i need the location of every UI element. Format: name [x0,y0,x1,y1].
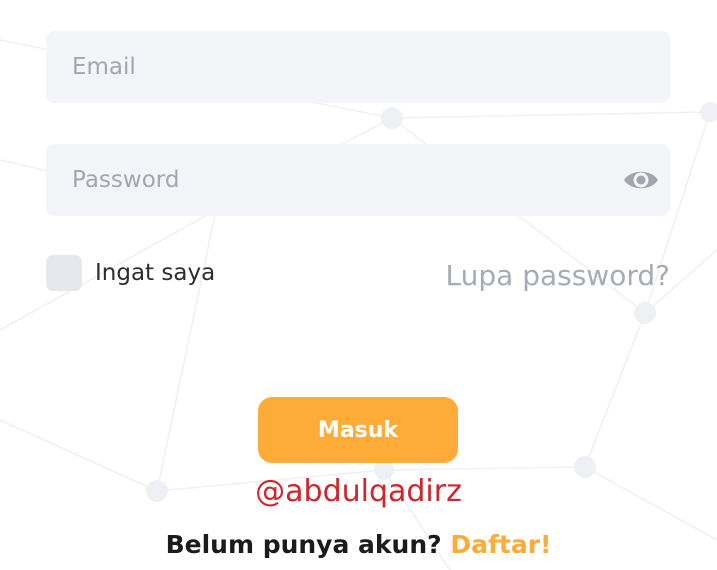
register-prompt: Belum punya akun? Daftar! [0,530,717,559]
register-link[interactable]: Daftar! [450,530,551,559]
eye-icon[interactable] [623,163,659,197]
password-input[interactable] [46,144,670,216]
remember-checkbox[interactable] [46,255,82,291]
watermark: @abdulqadirz [255,474,462,509]
remember-label: Ingat saya [95,260,216,286]
remember-me[interactable]: Ingat saya [46,255,215,291]
forgot-password-link[interactable]: Lupa password? [446,259,670,292]
register-prompt-text: Belum punya akun? [165,530,442,559]
email-field[interactable] [46,31,670,103]
login-button[interactable]: Masuk [258,397,458,463]
email-input[interactable] [46,31,670,103]
password-field[interactable] [46,144,670,216]
